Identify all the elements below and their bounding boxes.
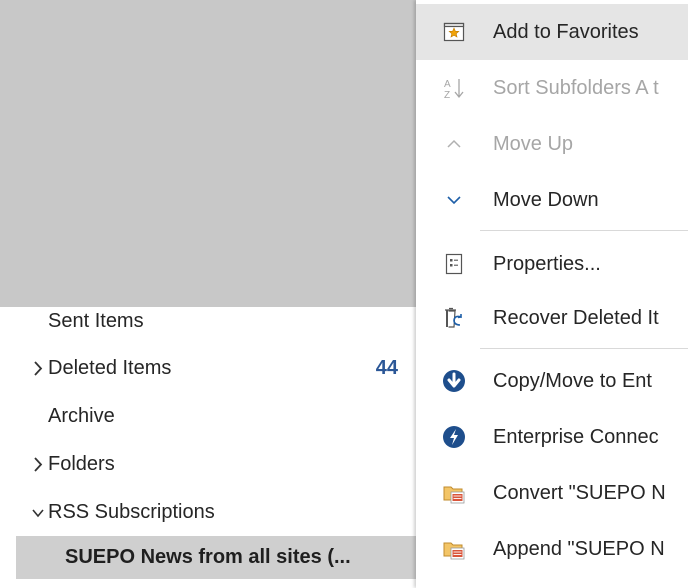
menu-item-label: Copy/Move to Ent: [493, 370, 652, 392]
folder-label: Sent Items: [48, 310, 144, 332]
menu-item-move-up[interactable]: Move Up: [416, 116, 688, 172]
menu-item-label: Convert "SUEPO N: [493, 482, 666, 504]
menu-item-label: Move Up: [493, 133, 574, 155]
append-rss-icon: [442, 537, 466, 561]
pane-placeholder: [0, 0, 418, 307]
copy-move-icon: [442, 369, 466, 393]
svg-text:Z: Z: [444, 90, 450, 100]
folder-suepo-news[interactable]: SUEPO News from all sites (...: [16, 536, 456, 579]
menu-item-label: Move Down: [493, 189, 599, 211]
svg-text:A: A: [444, 79, 451, 90]
chevron-down-icon: [442, 188, 466, 212]
folder-archive[interactable]: Archive: [6, 393, 416, 440]
menu-item-label: Properties...: [493, 253, 601, 275]
folder-label: Archive: [48, 405, 115, 427]
folder-deleted-items[interactable]: Deleted Items 44: [6, 345, 416, 392]
menu-item-label: Add to Favorites: [493, 21, 639, 43]
menu-item-copy-move-enterprise[interactable]: Copy/Move to Ent: [416, 353, 688, 409]
menu-item-label: Recover Deleted It: [493, 307, 659, 329]
menu-item-properties[interactable]: Properties...: [416, 236, 688, 292]
menu-item-convert[interactable]: Convert "SUEPO N: [416, 465, 688, 521]
menu-item-enterprise-connect[interactable]: Enterprise Connec: [416, 409, 688, 465]
context-menu: Add to Favorites A Z Sort Subfolders A t…: [416, 0, 688, 588]
convert-rss-icon: [442, 481, 466, 505]
menu-item-move-down[interactable]: Move Down: [416, 172, 688, 228]
folder-sent-items[interactable]: Sent Items: [6, 298, 416, 345]
sort-az-icon: A Z: [442, 76, 466, 101]
menu-item-label: Enterprise Connec: [493, 426, 659, 448]
recover-deleted-icon: [442, 306, 466, 330]
unread-count: 44: [375, 357, 398, 379]
folder-label: RSS Subscriptions: [48, 501, 215, 523]
menu-separator: [480, 348, 688, 349]
folder-label: Deleted Items: [48, 357, 172, 379]
folder-rss-subscriptions[interactable]: RSS Subscriptions: [6, 489, 416, 536]
star-folder-icon: [442, 20, 466, 44]
folder-label: SUEPO News from all sites (...: [65, 546, 351, 568]
menu-item-sort-subfolders[interactable]: A Z Sort Subfolders A t: [416, 60, 688, 116]
menu-item-recover-deleted[interactable]: Recover Deleted It: [416, 290, 688, 346]
menu-item-label: Append "SUEPO N: [493, 538, 665, 560]
chevron-up-icon: [442, 132, 466, 156]
menu-item-label: Sort Subfolders A t: [493, 77, 659, 99]
menu-item-append[interactable]: Append "SUEPO N: [416, 521, 688, 577]
folder-folders[interactable]: Folders: [6, 441, 416, 488]
folder-label: Folders: [48, 453, 115, 475]
menu-separator: [480, 230, 688, 231]
properties-icon: [442, 252, 466, 276]
menu-item-add-to-favorites[interactable]: Add to Favorites: [416, 4, 688, 60]
enterprise-connect-icon: [442, 425, 466, 449]
